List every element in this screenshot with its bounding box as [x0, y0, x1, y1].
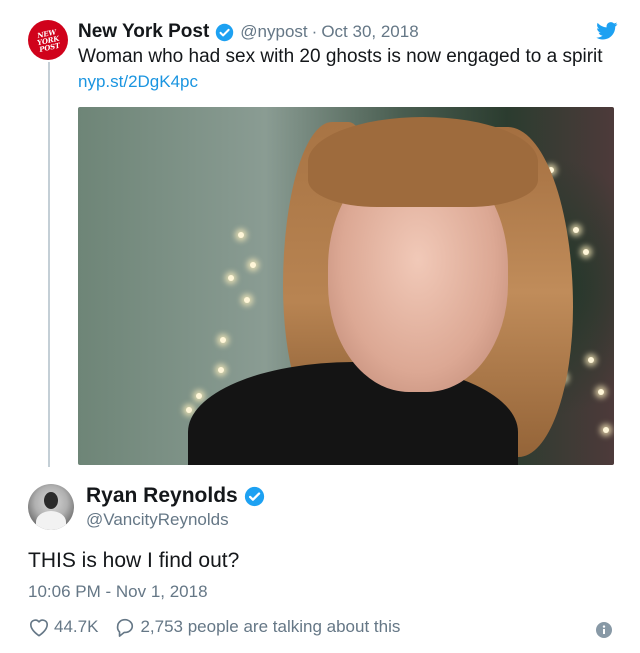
author-name[interactable]: Ryan Reynolds: [86, 484, 238, 508]
quoted-tweet-link[interactable]: nyp.st/2DgK4pc: [78, 72, 198, 92]
tweet-actions: 44.7K 2,753 people are talking about thi…: [28, 617, 400, 637]
tweet-author: Ryan Reynolds: [86, 484, 265, 508]
tweet-timestamp[interactable]: 10:06 PM - Nov 1, 2018: [28, 582, 208, 602]
twitter-bird-icon[interactable]: [596, 22, 618, 40]
quoted-handle[interactable]: @nypost: [240, 22, 307, 42]
quoted-tweet-header: New York Post @nypost · Oct 30, 2018: [78, 20, 419, 44]
quoted-date[interactable]: Oct 30, 2018: [321, 22, 418, 42]
author-handle[interactable]: @VancityReynolds: [86, 510, 229, 530]
tweet-text: THIS is how I find out?: [28, 549, 240, 572]
nypost-avatar[interactable]: NEW YORK POST: [28, 20, 68, 60]
verified-badge-icon: [215, 23, 234, 42]
separator-dot: ·: [311, 22, 318, 41]
ryan-reynolds-avatar[interactable]: [28, 484, 74, 530]
quoted-tweet-text: Woman who had sex with 20 ghosts is now …: [78, 46, 603, 67]
nypost-logo: NEW YORK POST: [36, 26, 61, 54]
conversation-count[interactable]: 2,753 people are talking about this: [140, 617, 400, 637]
like-count[interactable]: 44.7K: [54, 617, 98, 637]
verified-badge-icon: [244, 486, 265, 507]
info-icon[interactable]: [596, 622, 612, 638]
quoted-tweet-media-image[interactable]: [78, 107, 614, 465]
thread-line: [48, 62, 50, 467]
quoted-author-name[interactable]: New York Post: [78, 21, 209, 43]
heart-icon[interactable]: [28, 617, 50, 637]
speech-bubble-icon[interactable]: [114, 617, 136, 637]
